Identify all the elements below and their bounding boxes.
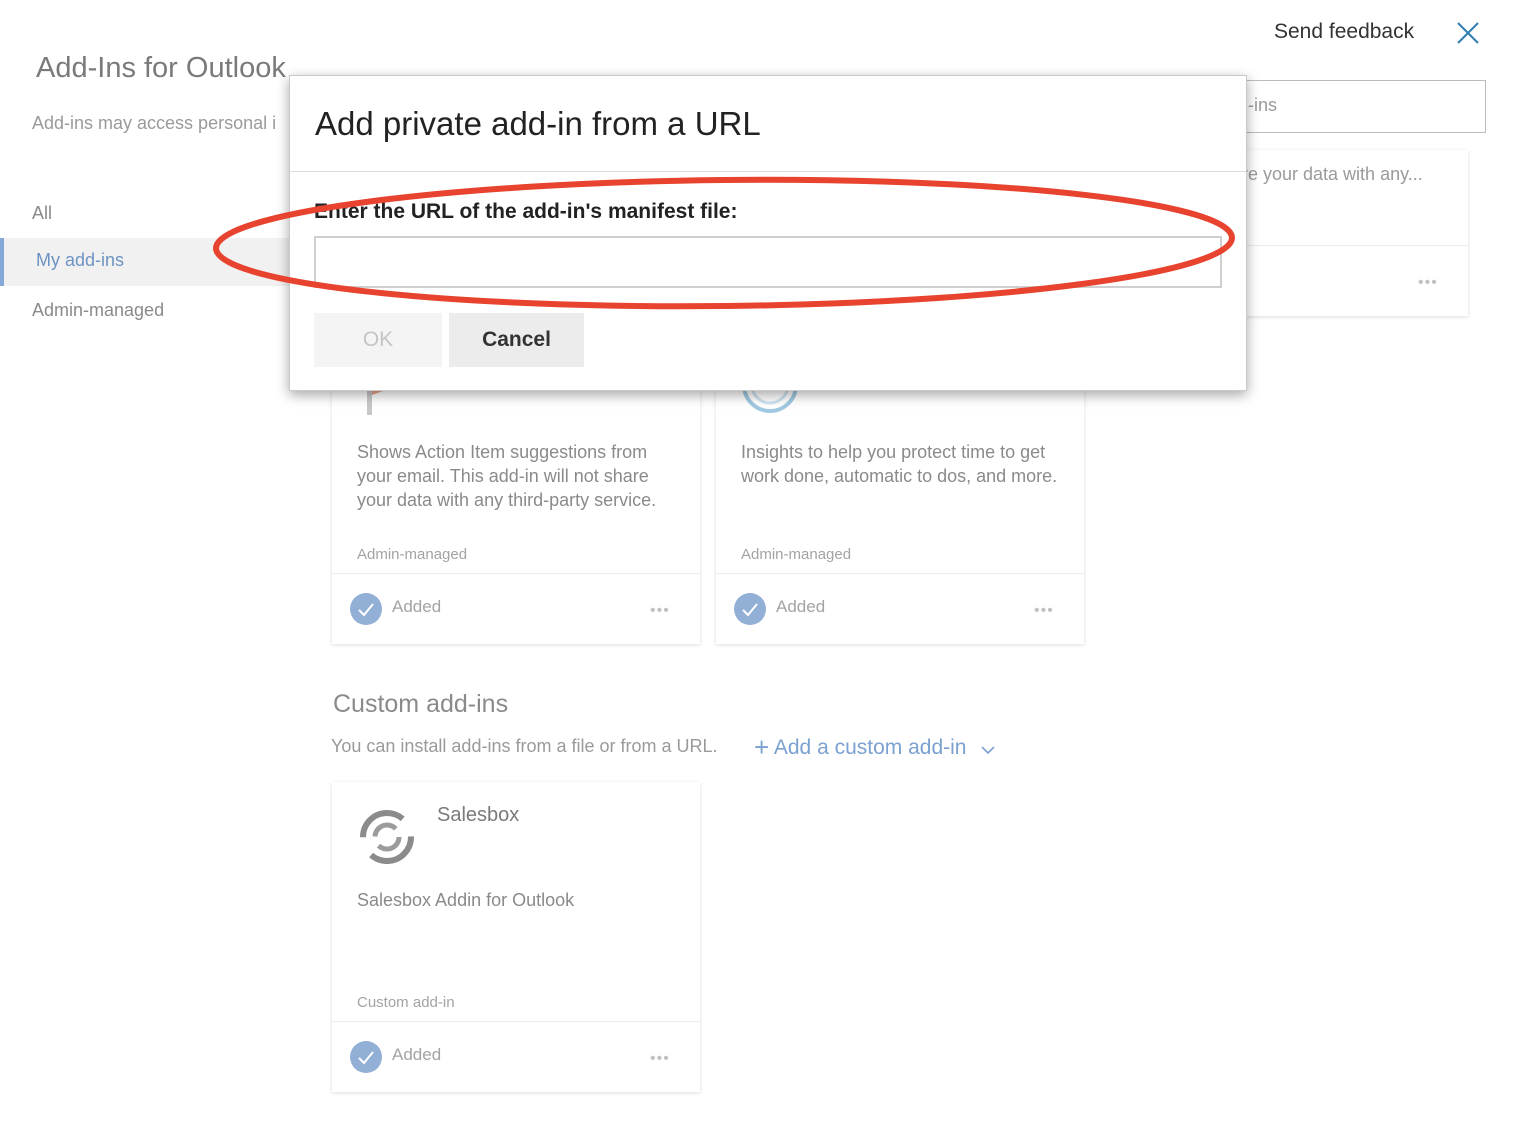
cancel-button[interactable]: Cancel (449, 313, 584, 367)
check-icon (350, 593, 382, 625)
manifest-url-label: Enter the URL of the add-in's manifest f… (314, 200, 738, 223)
ok-button[interactable]: OK (314, 313, 442, 367)
check-icon (734, 593, 766, 625)
chevron-down-icon (981, 746, 995, 755)
card-description: re your data with any... (1242, 164, 1423, 184)
card-tag: Custom add-in (357, 994, 455, 1011)
section-title: Custom add-ins (333, 690, 509, 718)
card-description: Shows Action Item suggestions from your … (357, 442, 657, 510)
section-subtitle: You can install add-ins from a file or f… (331, 736, 718, 756)
dialog-title: Add private add-in from a URL (315, 105, 761, 142)
status-label: Added (776, 597, 826, 616)
card-tag: Admin-managed (741, 546, 852, 563)
sidebar-item-admin-managed[interactable]: Admin-managed (32, 300, 164, 321)
close-icon[interactable] (1455, 20, 1481, 46)
send-feedback-link[interactable]: Send feedback (1274, 20, 1414, 44)
check-icon (350, 1041, 382, 1073)
status-label: Added (392, 1045, 442, 1064)
card-divider (1232, 245, 1468, 246)
more-options-icon[interactable]: ••• (650, 602, 670, 620)
card-divider (332, 1021, 700, 1022)
more-options-icon[interactable]: ••• (650, 1050, 670, 1068)
more-options-icon[interactable]: ••• (1034, 602, 1054, 620)
more-options-icon[interactable]: ••• (1418, 274, 1438, 292)
manifest-url-input[interactable] (314, 236, 1222, 288)
add-custom-addin-link[interactable]: + Add a custom add-in (754, 732, 996, 763)
sidebar-item-all[interactable]: All (32, 203, 52, 224)
card-divider (716, 573, 1084, 574)
sidebar-item-label: My add-ins (36, 250, 125, 270)
plus-icon: + (754, 732, 770, 762)
card-tag: Admin-managed (357, 546, 468, 563)
add-custom-addin-label: Add a custom add-in (773, 736, 967, 759)
dialog-divider (290, 171, 1246, 172)
status-label: Added (392, 597, 442, 616)
addin-name: Salesbox (437, 804, 520, 826)
search-placeholder: -ins (1248, 95, 1278, 115)
page-title: Add-Ins for Outlook (36, 52, 286, 84)
card-description: Insights to help you protect time to get… (741, 442, 1058, 486)
page-subtitle: Add-ins may access personal i (32, 113, 277, 133)
card-description: Salesbox Addin for Outlook (357, 890, 575, 910)
salesbox-logo-icon (360, 810, 414, 864)
card-divider (332, 573, 700, 574)
add-private-addin-dialog: Add private add-in from a URL Enter the … (289, 75, 1247, 391)
addin-card-salesbox: Salesbox Salesbox Addin for Outlook Cust… (332, 782, 700, 1092)
addin-card: re your data with any... ••• (1232, 150, 1468, 316)
